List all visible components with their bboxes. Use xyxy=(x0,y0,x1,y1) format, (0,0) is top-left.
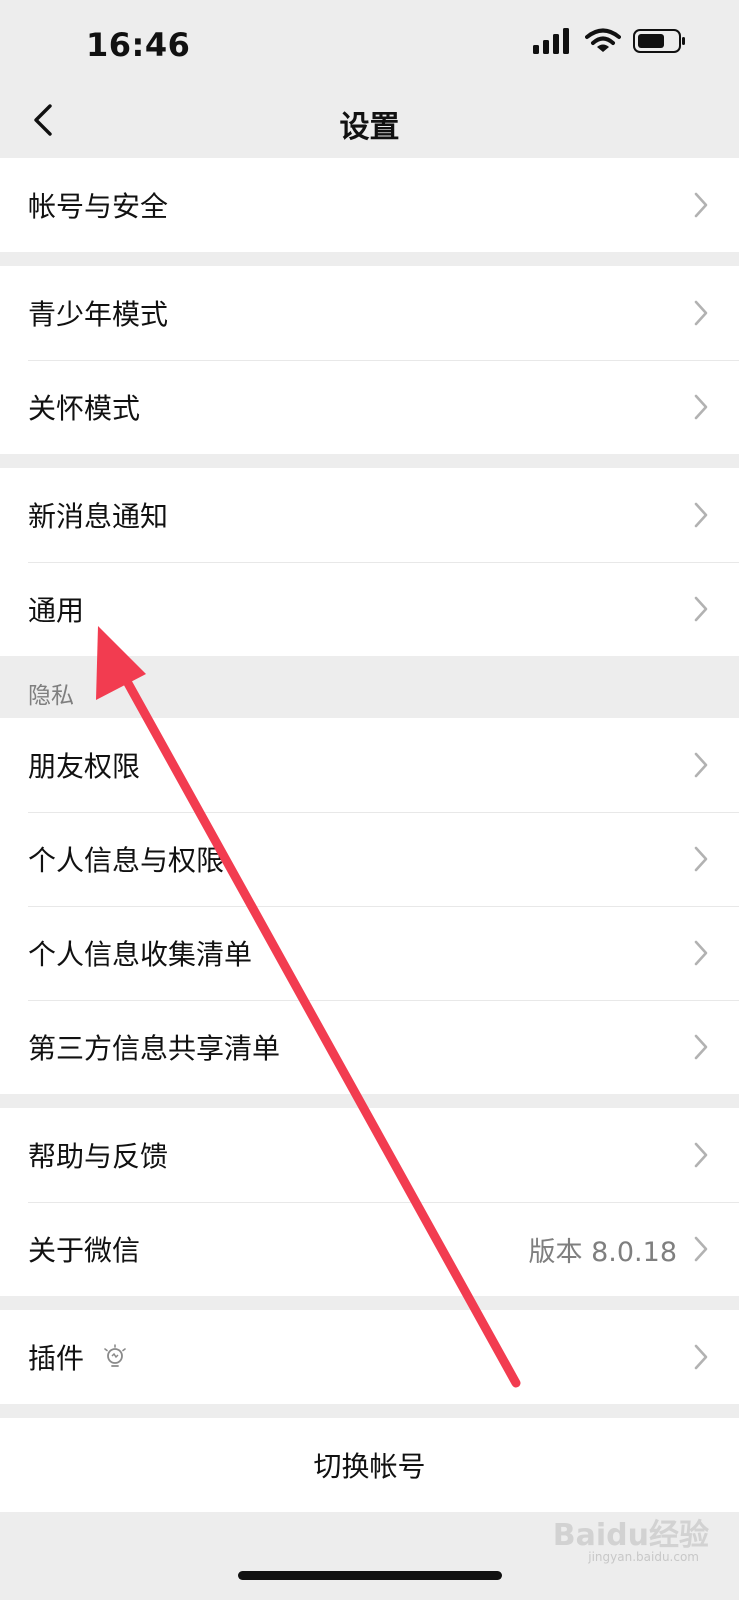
row-friend-permissions[interactable]: 朋友权限 xyxy=(0,718,739,812)
version-value: 版本 8.0.18 xyxy=(528,1236,677,1268)
chevron-right-icon xyxy=(694,394,708,420)
group-gap xyxy=(0,1404,739,1418)
home-indicator xyxy=(238,1571,502,1580)
row-teen-mode[interactable]: 青少年模式 xyxy=(0,266,739,360)
chevron-right-icon xyxy=(694,1236,708,1262)
wifi-icon xyxy=(585,28,621,52)
section-title-privacy: 隐私 xyxy=(28,683,74,709)
chevron-right-icon xyxy=(694,940,708,966)
group-gap xyxy=(0,454,739,468)
row-label: 个人信息与权限 xyxy=(28,844,225,877)
chevron-right-icon xyxy=(694,752,708,778)
group-support: 帮助与反馈 关于微信 版本 8.0.18 xyxy=(0,1108,739,1296)
status-bar: 16:46 xyxy=(0,0,739,90)
page-title: 设置 xyxy=(339,110,400,145)
row-label: 个人信息收集清单 xyxy=(28,938,253,971)
chevron-right-icon xyxy=(694,1142,708,1168)
row-label: 青少年模式 xyxy=(28,298,169,331)
row-care-mode[interactable]: 关怀模式 xyxy=(0,360,739,454)
baidu-watermark-url: jingyan.baidu.com xyxy=(588,1550,699,1564)
lightbulb-icon xyxy=(104,1344,126,1367)
row-label: 关于微信 xyxy=(28,1234,141,1267)
group-plugins: 插件 xyxy=(0,1310,739,1404)
row-third-party-sharing[interactable]: 第三方信息共享清单 xyxy=(0,1000,739,1094)
row-personal-info-permissions[interactable]: 个人信息与权限 xyxy=(0,812,739,906)
chevron-right-icon xyxy=(694,1344,708,1370)
battery-icon xyxy=(633,29,685,53)
row-label: 通用 xyxy=(28,594,85,627)
row-general[interactable]: 通用 xyxy=(0,562,739,656)
row-label: 关怀模式 xyxy=(28,392,141,425)
row-label: 帮助与反馈 xyxy=(28,1140,169,1173)
row-label: 插件 xyxy=(28,1342,85,1375)
group-modes: 青少年模式 关怀模式 xyxy=(0,266,739,454)
row-label: 朋友权限 xyxy=(28,750,141,783)
nav-bar: 设置 xyxy=(0,90,739,156)
switch-account-label: 切换帐号 xyxy=(313,1450,426,1483)
signal-icon xyxy=(533,28,569,54)
row-new-message-notification[interactable]: 新消息通知 xyxy=(0,468,739,562)
status-time: 16:46 xyxy=(86,26,191,64)
row-label: 帐号与安全 xyxy=(28,190,169,223)
row-label: 第三方信息共享清单 xyxy=(28,1032,281,1065)
chevron-right-icon xyxy=(694,300,708,326)
group-gap xyxy=(0,1094,739,1108)
row-plugins[interactable]: 插件 xyxy=(0,1310,739,1404)
switch-account-button[interactable]: 切换帐号 xyxy=(0,1418,739,1512)
chevron-right-icon xyxy=(694,1034,708,1060)
row-personal-info-collection[interactable]: 个人信息收集清单 xyxy=(0,906,739,1000)
chevron-right-icon xyxy=(694,192,708,218)
status-icons xyxy=(533,28,687,54)
baidu-watermark: Baidu经验 xyxy=(552,1518,709,1553)
row-help-feedback[interactable]: 帮助与反馈 xyxy=(0,1108,739,1202)
group-account-actions: 切换帐号 xyxy=(0,1418,739,1512)
chevron-right-icon xyxy=(694,502,708,528)
group-notifications: 新消息通知 通用 xyxy=(0,468,739,656)
row-about-wechat[interactable]: 关于微信 版本 8.0.18 xyxy=(0,1202,739,1296)
row-label: 新消息通知 xyxy=(28,500,169,533)
group-gap xyxy=(0,1296,739,1310)
row-account-security[interactable]: 帐号与安全 xyxy=(0,158,739,252)
chevron-right-icon xyxy=(694,846,708,872)
group-privacy: 朋友权限 个人信息与权限 个人信息收集清单 第三方信息共享清单 xyxy=(0,718,739,1094)
chevron-right-icon xyxy=(694,596,708,622)
group-account: 帐号与安全 xyxy=(0,158,739,252)
group-gap xyxy=(0,252,739,266)
settings-list: 帐号与安全 青少年模式 关怀模式 新消息通知 通用 隐私 朋友权限 个人信息与权… xyxy=(0,158,739,1512)
